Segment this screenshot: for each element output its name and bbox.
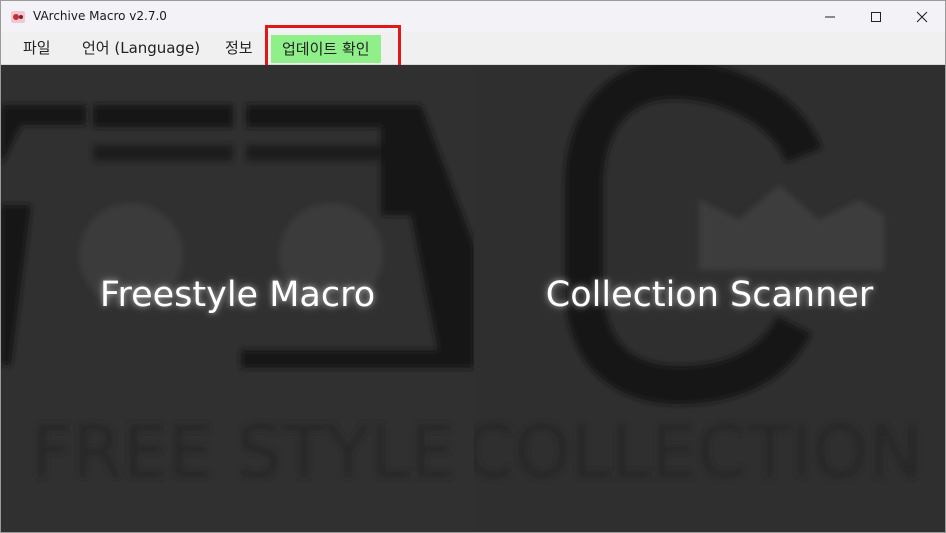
freestyle-macro-label: Freestyle Macro xyxy=(99,275,376,315)
menu-bar: 파일 언어 (Language) 정보 업데이트 확인 xyxy=(1,32,945,65)
freestyle-bg-text: FREE STYLE xyxy=(31,410,456,494)
menu-file[interactable]: 파일 xyxy=(15,32,59,64)
app-icon xyxy=(11,11,25,23)
close-button[interactable] xyxy=(899,1,945,32)
minimize-icon xyxy=(825,16,835,17)
maximize-icon xyxy=(871,11,881,22)
window-title: VArchive Macro v2.7.0 xyxy=(33,9,167,23)
close-icon xyxy=(916,11,928,22)
menu-language[interactable]: 언어 (Language) xyxy=(74,32,208,64)
menu-check-update[interactable]: 업데이트 확인 xyxy=(271,35,381,63)
freestyle-macro-panel[interactable]: FREE STYLE Freestyle Macro xyxy=(1,65,474,532)
minimize-button[interactable] xyxy=(807,1,853,32)
collection-scanner-panel[interactable]: COLLECTION Collection Scanner xyxy=(474,65,945,532)
collection-bg-text: COLLECTION xyxy=(474,410,923,494)
menu-info[interactable]: 정보 xyxy=(217,32,261,64)
app-window: VArchive Macro v2.7.0 파일 언어 (Language) 정… xyxy=(0,0,946,533)
collection-scanner-label: Collection Scanner xyxy=(545,275,874,315)
title-bar[interactable]: VArchive Macro v2.7.0 xyxy=(1,1,945,32)
maximize-button[interactable] xyxy=(853,1,899,32)
